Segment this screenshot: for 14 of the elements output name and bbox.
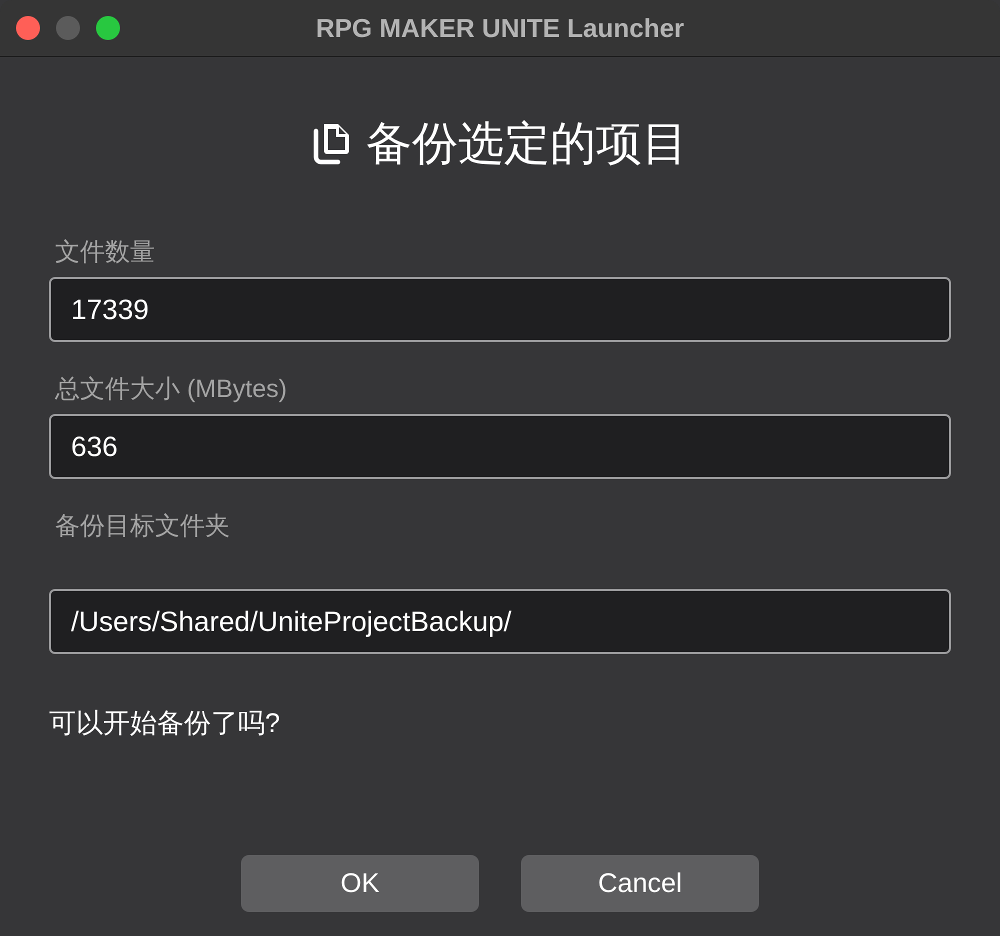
copy-icon [312, 121, 352, 165]
field-label: 总文件大小 (MBytes) [55, 374, 287, 405]
cancel-button[interactable]: Cancel [521, 855, 759, 912]
input-field[interactable]: /Users/Shared/UniteProjectBackup/ [49, 589, 951, 654]
ok-button[interactable]: OK [241, 855, 479, 912]
close-icon[interactable] [16, 16, 40, 40]
field-label: 备份目标文件夹 [55, 511, 230, 542]
confirmation-question: 可以开始备份了吗? [49, 707, 280, 740]
window-title: RPG MAKER UNITE Launcher [316, 13, 684, 43]
field-label: 文件数量 [55, 237, 155, 268]
zoom-icon[interactable] [96, 16, 120, 40]
input-field[interactable]: 17339 [49, 277, 951, 342]
input-field[interactable]: 636 [49, 414, 951, 479]
dialog-title: 备份选定的项目 [366, 117, 688, 169]
